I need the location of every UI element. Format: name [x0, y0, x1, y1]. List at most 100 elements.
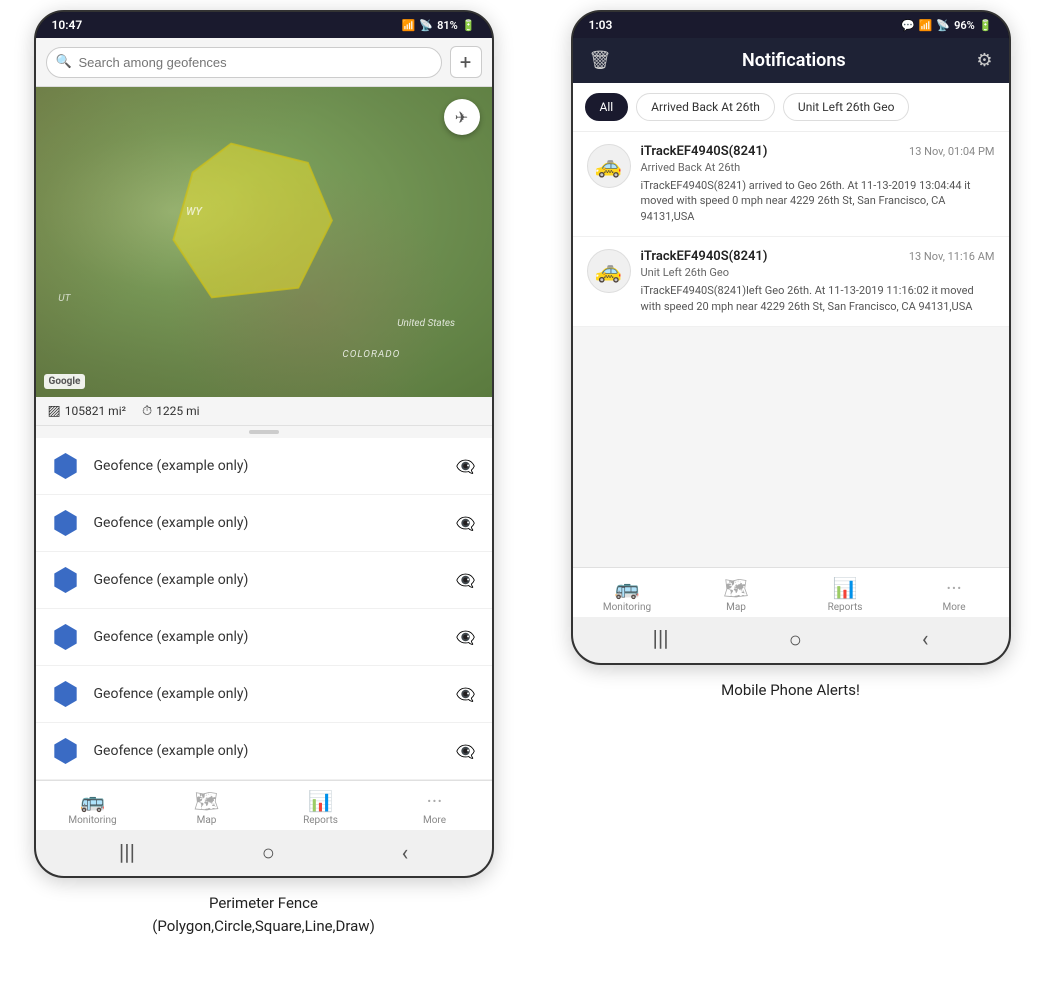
wifi-icon: 📶: [402, 19, 416, 32]
geofence-polygon: [118, 134, 382, 326]
distance-stat: ⏱ 1225 mi: [142, 404, 200, 419]
nav-monitoring-label: Monitoring: [68, 815, 116, 826]
list-item[interactable]: Geofence (example only) 👁‍🗨: [36, 552, 492, 609]
back-button[interactable]: ‹: [402, 841, 409, 866]
compass-button[interactable]: ✈: [444, 99, 480, 135]
left-status-bar: 10:47 📶 📡 81% 🔋: [36, 12, 492, 38]
geofence-name-3: Geofence (example only): [94, 572, 442, 588]
geofence-name-4: Geofence (example only): [94, 629, 442, 645]
nav-more[interactable]: ··· More: [405, 789, 465, 826]
visibility-icon-4[interactable]: 👁‍🗨: [456, 628, 476, 647]
notif-row1-1: iTrackEF4940S(8241) 13 Nov, 01:04 PM: [641, 144, 995, 159]
left-phone: 10:47 📶 📡 81% 🔋 🔍 +: [34, 10, 494, 878]
area-icon: ▨: [48, 403, 61, 419]
search-bar-container: 🔍 +: [36, 38, 492, 87]
car-emoji-2: 🚕: [595, 259, 622, 284]
geofence-name-1: Geofence (example only): [94, 458, 442, 474]
nav-reports-label-r: Reports: [828, 602, 863, 613]
more-icon-r: ···: [946, 576, 962, 600]
visibility-icon-5[interactable]: 👁‍🗨: [456, 685, 476, 704]
left-phone-wrapper: 10:47 📶 📡 81% 🔋 🔍 +: [20, 10, 507, 937]
search-icon: 🔍: [56, 55, 72, 70]
visibility-icon-3[interactable]: 👁‍🗨: [456, 571, 476, 590]
left-status-icons: 📶 📡 81% 🔋: [402, 19, 476, 32]
geofence-icon-2: [52, 509, 80, 537]
car-avatar-1: 🚕: [587, 144, 631, 188]
map-area[interactable]: WY United States COLORADO UT Google ✈: [36, 87, 492, 397]
notifications-list: 🚕 iTrackEF4940S(8241) 13 Nov, 01:04 PM A…: [573, 132, 1009, 567]
recent-apps-button[interactable]: |||: [119, 841, 135, 866]
geofence-icon-6: [52, 737, 80, 765]
map-label-wy: WY: [186, 205, 202, 218]
nav-more-label-r: More: [942, 602, 965, 613]
map-label-co: COLORADO: [342, 349, 400, 360]
home-bar-right: ||| ○ ‹: [573, 617, 1009, 663]
notif-content-1: iTrackEF4940S(8241) 13 Nov, 01:04 PM Arr…: [641, 144, 995, 224]
right-phone-wrapper: 1:03 💬 📶 📡 96% 🔋 🗑 Notifications ⚙ All A…: [547, 10, 1034, 701]
nav-monitoring[interactable]: 🚌 Monitoring: [63, 789, 123, 826]
notif-body-1: iTrackEF4940S(8241) arrived to Geo 26th.…: [641, 178, 995, 224]
tab-arrived[interactable]: Arrived Back At 26th: [636, 93, 775, 121]
compass-icon: ✈: [455, 108, 468, 127]
signal-icon: 📡: [419, 19, 433, 32]
list-item[interactable]: Geofence (example only) 👁‍🗨: [36, 666, 492, 723]
home-button-r[interactable]: ○: [789, 627, 802, 653]
google-logo: Google: [44, 374, 86, 389]
left-caption: Perimeter Fence(Polygon,Circle,Square,Li…: [152, 892, 375, 937]
nav-more-r[interactable]: ··· More: [924, 576, 984, 613]
area-stat: ▨ 105821 mi²: [48, 403, 127, 419]
delete-icon[interactable]: 🗑: [589, 50, 612, 71]
left-caption-text: Perimeter Fence(Polygon,Circle,Square,Li…: [152, 894, 375, 935]
map-label-ut: UT: [58, 293, 70, 304]
notif-time-1: 13 Nov, 01:04 PM: [909, 145, 994, 158]
nav-reports-r[interactable]: 📊 Reports: [815, 576, 875, 613]
nav-map-r[interactable]: 🗺 Map: [706, 576, 766, 613]
filter-tabs: All Arrived Back At 26th Unit Left 26th …: [573, 83, 1009, 132]
map-icon: 🗺: [194, 789, 219, 813]
geofence-list: Geofence (example only) 👁‍🗨 Geofence (ex…: [36, 438, 492, 780]
battery-icon-r: 🔋: [979, 19, 993, 32]
car-emoji-1: 🚕: [595, 154, 622, 179]
battery-icon: 🔋: [462, 19, 476, 32]
notif-subtitle-2: Unit Left 26th Geo: [641, 266, 995, 279]
map-icon-r: 🗺: [723, 576, 748, 600]
nav-reports[interactable]: 📊 Reports: [291, 789, 351, 826]
tab-all[interactable]: All: [585, 93, 629, 121]
geofence-icon-1: [52, 452, 80, 480]
settings-icon[interactable]: ⚙: [976, 50, 992, 71]
search-input[interactable]: [46, 47, 442, 78]
geofence-name-5: Geofence (example only): [94, 686, 442, 702]
recent-apps-button-r[interactable]: |||: [652, 627, 668, 652]
nav-monitoring-label-r: Monitoring: [603, 602, 651, 613]
geofence-name-2: Geofence (example only): [94, 515, 442, 531]
notif-body-2: iTrackEF4940S(8241)left Geo 26th. At 11-…: [641, 283, 995, 314]
visibility-icon-2[interactable]: 👁‍🗨: [456, 514, 476, 533]
car-avatar-2: 🚕: [587, 249, 631, 293]
visibility-icon-1[interactable]: 👁‍🗨: [456, 457, 476, 476]
home-button[interactable]: ○: [262, 840, 275, 866]
battery-text: 81%: [437, 19, 458, 32]
tab-unit-left[interactable]: Unit Left 26th Geo: [783, 93, 910, 121]
wifi-icon-r: 📶: [919, 19, 933, 32]
notif-subtitle-1: Arrived Back At 26th: [641, 161, 995, 174]
back-button-r[interactable]: ‹: [922, 627, 929, 652]
monitoring-icon: 🚌: [80, 789, 105, 813]
nav-map[interactable]: 🗺 Map: [177, 789, 237, 826]
notifications-title: Notifications: [742, 50, 846, 71]
list-item[interactable]: Geofence (example only) 👁‍🗨: [36, 495, 492, 552]
geofence-icon-5: [52, 680, 80, 708]
bottom-nav-right: 🚌 Monitoring 🗺 Map 📊 Reports ··· More: [573, 567, 1009, 617]
notif-content-2: iTrackEF4940S(8241) 13 Nov, 11:16 AM Uni…: [641, 249, 995, 314]
list-item[interactable]: Geofence (example only) 👁‍🗨: [36, 438, 492, 495]
list-item[interactable]: Geofence (example only) 👁‍🗨: [36, 723, 492, 780]
geofence-name-6: Geofence (example only): [94, 743, 442, 759]
add-geofence-button[interactable]: +: [450, 46, 482, 78]
battery-text-r: 96%: [954, 19, 975, 32]
visibility-icon-6[interactable]: 👁‍🗨: [456, 742, 476, 761]
notification-item-2[interactable]: 🚕 iTrackEF4940S(8241) 13 Nov, 11:16 AM U…: [573, 237, 1009, 327]
nav-monitoring-r[interactable]: 🚌 Monitoring: [597, 576, 657, 613]
list-item[interactable]: Geofence (example only) 👁‍🗨: [36, 609, 492, 666]
right-caption-text: Mobile Phone Alerts!: [721, 681, 860, 699]
right-caption: Mobile Phone Alerts!: [721, 679, 860, 702]
notification-item-1[interactable]: 🚕 iTrackEF4940S(8241) 13 Nov, 01:04 PM A…: [573, 132, 1009, 237]
